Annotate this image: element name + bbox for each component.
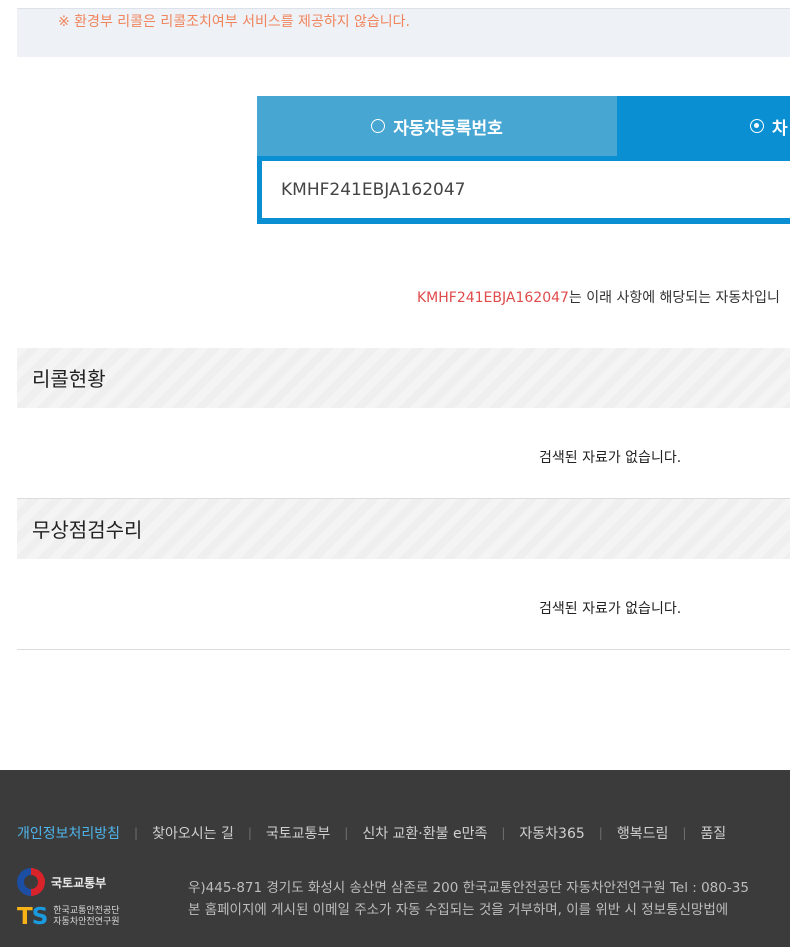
footer-nav: 개인정보처리방침 | 찾아오시는 길 | 국토교통부 | 신차 교환·환불 e만… bbox=[17, 823, 726, 843]
footer-address-line1: 우)445-871 경기도 화성시 송산면 삼존로 200 한국교통안전공단 자… bbox=[188, 880, 749, 896]
free-repair-empty-message: 검색된 자료가 없습니다. bbox=[539, 601, 682, 617]
footer-separator: | bbox=[247, 826, 252, 840]
footer-link-happy-dream[interactable]: 행복드림 bbox=[617, 823, 669, 843]
taegeuk-logo-icon bbox=[17, 868, 45, 896]
footer-separator: | bbox=[344, 826, 349, 840]
search-type-tabs: 자동차등록번호 차 bbox=[257, 96, 790, 156]
divider bbox=[17, 649, 790, 650]
recall-section-title: 리콜현황 bbox=[32, 367, 106, 391]
recall-empty-message: 검색된 자료가 없습니다. bbox=[539, 450, 682, 466]
footer-link-privacy-policy[interactable]: 개인정보처리방침 bbox=[17, 823, 120, 843]
footer-link-car365[interactable]: 자동차365 bbox=[519, 823, 584, 843]
ts-logo-icon: TS bbox=[17, 904, 48, 930]
radio-selected-icon[interactable] bbox=[750, 119, 764, 133]
ts-logo-text: 한국교통안전공단 자동차안전연구원 bbox=[53, 906, 119, 928]
footer-address: 우)445-871 경기도 화성시 송산면 삼존로 200 한국교통안전공단 자… bbox=[188, 877, 749, 921]
footer-address-line2: 본 홈페이지에 게시된 이메일 주소가 자동 수집되는 것을 거부하며, 이를 … bbox=[188, 902, 729, 918]
free-repair-section-title: 무상점검수리 bbox=[32, 518, 143, 542]
search-input-frame bbox=[257, 156, 790, 224]
notice-text: ※ 환경부 리콜은 리콜조치여부 서비스를 제공하지 않습니다. bbox=[58, 14, 411, 30]
footer-link-directions[interactable]: 찾아오시는 길 bbox=[152, 823, 234, 843]
tab-vin[interactable]: 차 bbox=[617, 96, 790, 156]
footer-link-molit[interactable]: 국토교통부 bbox=[266, 823, 330, 843]
radio-unselected-icon[interactable] bbox=[371, 119, 386, 133]
footer-separator: | bbox=[598, 826, 603, 840]
vin-search-input[interactable] bbox=[262, 161, 790, 218]
tab-registration-number[interactable]: 자동차등록번호 bbox=[257, 96, 617, 156]
ts-logo-line1: 한국교통안전공단 bbox=[53, 906, 120, 916]
footer-separator: | bbox=[682, 826, 687, 840]
ts-logo[interactable]: TS 한국교통안전공단 자동차안전연구원 bbox=[17, 905, 120, 929]
footer-separator: | bbox=[501, 826, 506, 840]
result-vin: KMHF241EBJA162047 bbox=[417, 290, 569, 306]
tab-registration-number-label: 자동차등록번호 bbox=[393, 118, 503, 139]
result-message-text: 는 이래 사항에 해당되는 자동차입니 bbox=[568, 290, 780, 306]
result-message: KMHF241EBJA162047는 이래 사항에 해당되는 자동차입니 bbox=[417, 287, 780, 307]
molit-logo[interactable]: 국토교통부 bbox=[17, 868, 106, 896]
ts-logo-line2: 자동차안전연구원 bbox=[53, 917, 120, 927]
footer: 개인정보처리방침 | 찾아오시는 길 | 국토교통부 | 신차 교환·환불 e만… bbox=[0, 770, 790, 947]
recall-section-header: 리콜현황 bbox=[17, 348, 790, 408]
free-repair-section-header: 무상점검수리 bbox=[17, 499, 790, 559]
footer-link-quality[interactable]: 품질 bbox=[700, 823, 726, 843]
molit-logo-text: 국토교통부 bbox=[51, 875, 107, 890]
tab-vin-label: 차 bbox=[772, 118, 788, 139]
footer-separator: | bbox=[134, 826, 139, 840]
notice-box: ※ 환경부 리콜은 리콜조치여부 서비스를 제공하지 않습니다. bbox=[17, 8, 790, 57]
footer-link-refund[interactable]: 신차 교환·환불 e만족 bbox=[362, 823, 487, 843]
